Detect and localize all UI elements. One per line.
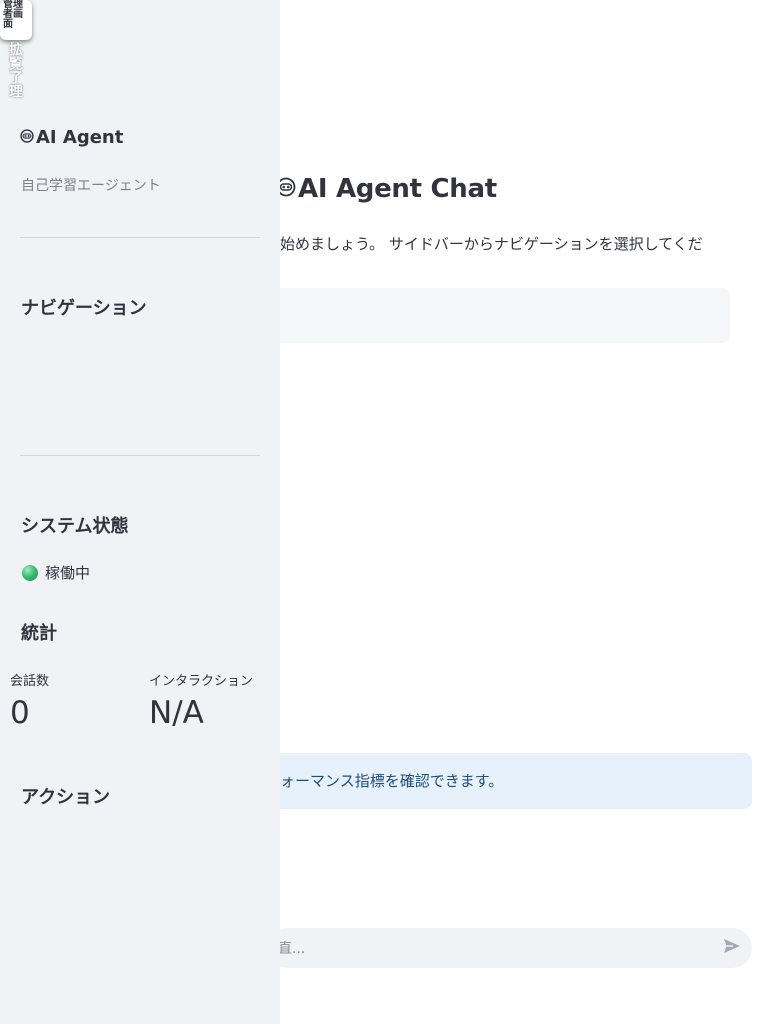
stats-heading: 統計	[21, 623, 57, 644]
metric-label-conversations: 会話数	[10, 674, 50, 689]
metric-label-interactions: インタラクション	[149, 674, 254, 689]
info-alert: ォーマンス指標を確認できます。	[268, 753, 752, 809]
brand-name: AI Agent	[36, 127, 124, 148]
page-description: 始めましょう。 サイドバーからナビゲーションを選択してくだ	[280, 235, 703, 253]
status-text: 稼働中	[45, 564, 91, 582]
page-title: AI Agent Chat	[276, 174, 497, 204]
metric-value-conversations: 0	[10, 695, 30, 731]
sidebar-brand: AI Agent	[20, 127, 123, 148]
status-indicator: 稼働中	[22, 562, 90, 583]
send-arrow-icon	[723, 937, 741, 959]
sidebar: 管理者画面 拡覧了理 AI Agent 自己学習エージェント ナビゲーション シ…	[0, 0, 280, 1024]
sidebar-collapse-button[interactable]: 管理者画面	[0, 0, 32, 40]
chat-input[interactable]	[276, 928, 700, 970]
actions-heading: アクション	[21, 787, 111, 808]
vertical-label: 拡覧了理	[7, 42, 23, 98]
divider	[20, 237, 260, 238]
info-alert-text: ォーマンス指標を確認できます。	[280, 772, 504, 790]
robot-face-icon	[20, 127, 34, 148]
green-circle-icon	[22, 564, 38, 581]
metric-value-interactions: N/A	[149, 695, 204, 731]
chat-input-container	[268, 928, 752, 970]
collapse-button-label: 管理者画面	[3, 0, 23, 30]
sidebar-subtitle: 自己学習エージェント	[21, 178, 161, 194]
system-status-heading: システム状態	[21, 516, 129, 537]
send-button[interactable]	[722, 938, 742, 958]
content-container	[272, 288, 730, 343]
divider	[20, 455, 260, 456]
navigation-heading: ナビゲーション	[21, 298, 147, 319]
page-title-text: AI Agent Chat	[298, 174, 497, 204]
